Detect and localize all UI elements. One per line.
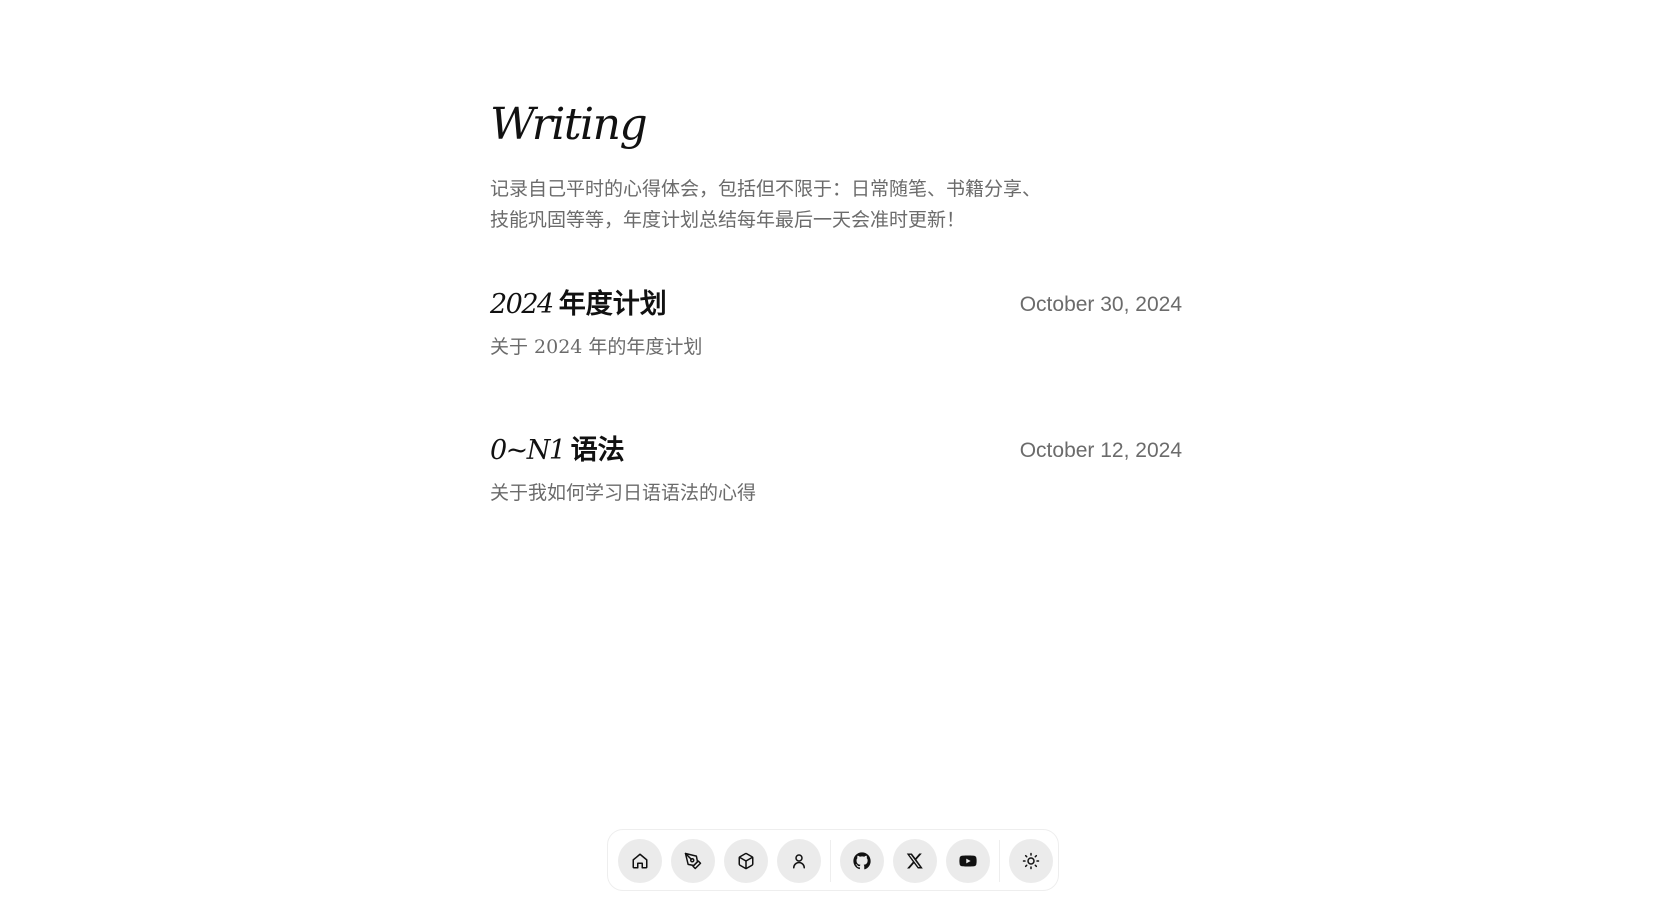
- post-description: 关于 2024 年的年度计划: [490, 336, 703, 358]
- youtube-icon: [959, 855, 977, 867]
- sun-icon: [1022, 852, 1040, 870]
- writing-button[interactable]: [671, 839, 715, 883]
- youtube-link[interactable]: [946, 839, 990, 883]
- bottom-dock: [607, 829, 1059, 891]
- user-icon: [793, 854, 805, 869]
- dock-divider: [999, 840, 1000, 882]
- post-date: October 12, 2024: [1019, 439, 1182, 462]
- projects-button[interactable]: [724, 839, 768, 883]
- page-title: Writing: [490, 99, 648, 150]
- about-button[interactable]: [777, 839, 821, 883]
- post-title[interactable]: 2024 年度计划: [490, 286, 667, 323]
- post-title-text: 年度计划: [558, 289, 667, 319]
- dock-divider: [830, 840, 831, 882]
- post-description: 关于我如何学习日语语法的心得: [490, 482, 757, 504]
- github-link[interactable]: [840, 839, 884, 883]
- box-icon: [738, 852, 754, 870]
- theme-toggle-button[interactable]: [1009, 839, 1053, 883]
- x-link[interactable]: [893, 839, 937, 883]
- github-icon: [853, 852, 871, 870]
- post-title-text: 语法: [570, 435, 625, 465]
- post-date: October 30, 2024: [1019, 293, 1182, 316]
- page-intro: 记录自己平时的心得体会，包括但不限于：日常随笔、书籍分享、技能巩固等等，年度计划…: [490, 178, 1042, 231]
- home-button[interactable]: [618, 839, 662, 883]
- pen-icon: [684, 852, 702, 870]
- x-icon: [906, 853, 923, 869]
- home-icon: [632, 853, 648, 869]
- post-title-number: 2024: [490, 289, 554, 320]
- post-title-number: 0~N1: [490, 435, 566, 466]
- post-title[interactable]: 0~N1 语法: [490, 432, 625, 469]
